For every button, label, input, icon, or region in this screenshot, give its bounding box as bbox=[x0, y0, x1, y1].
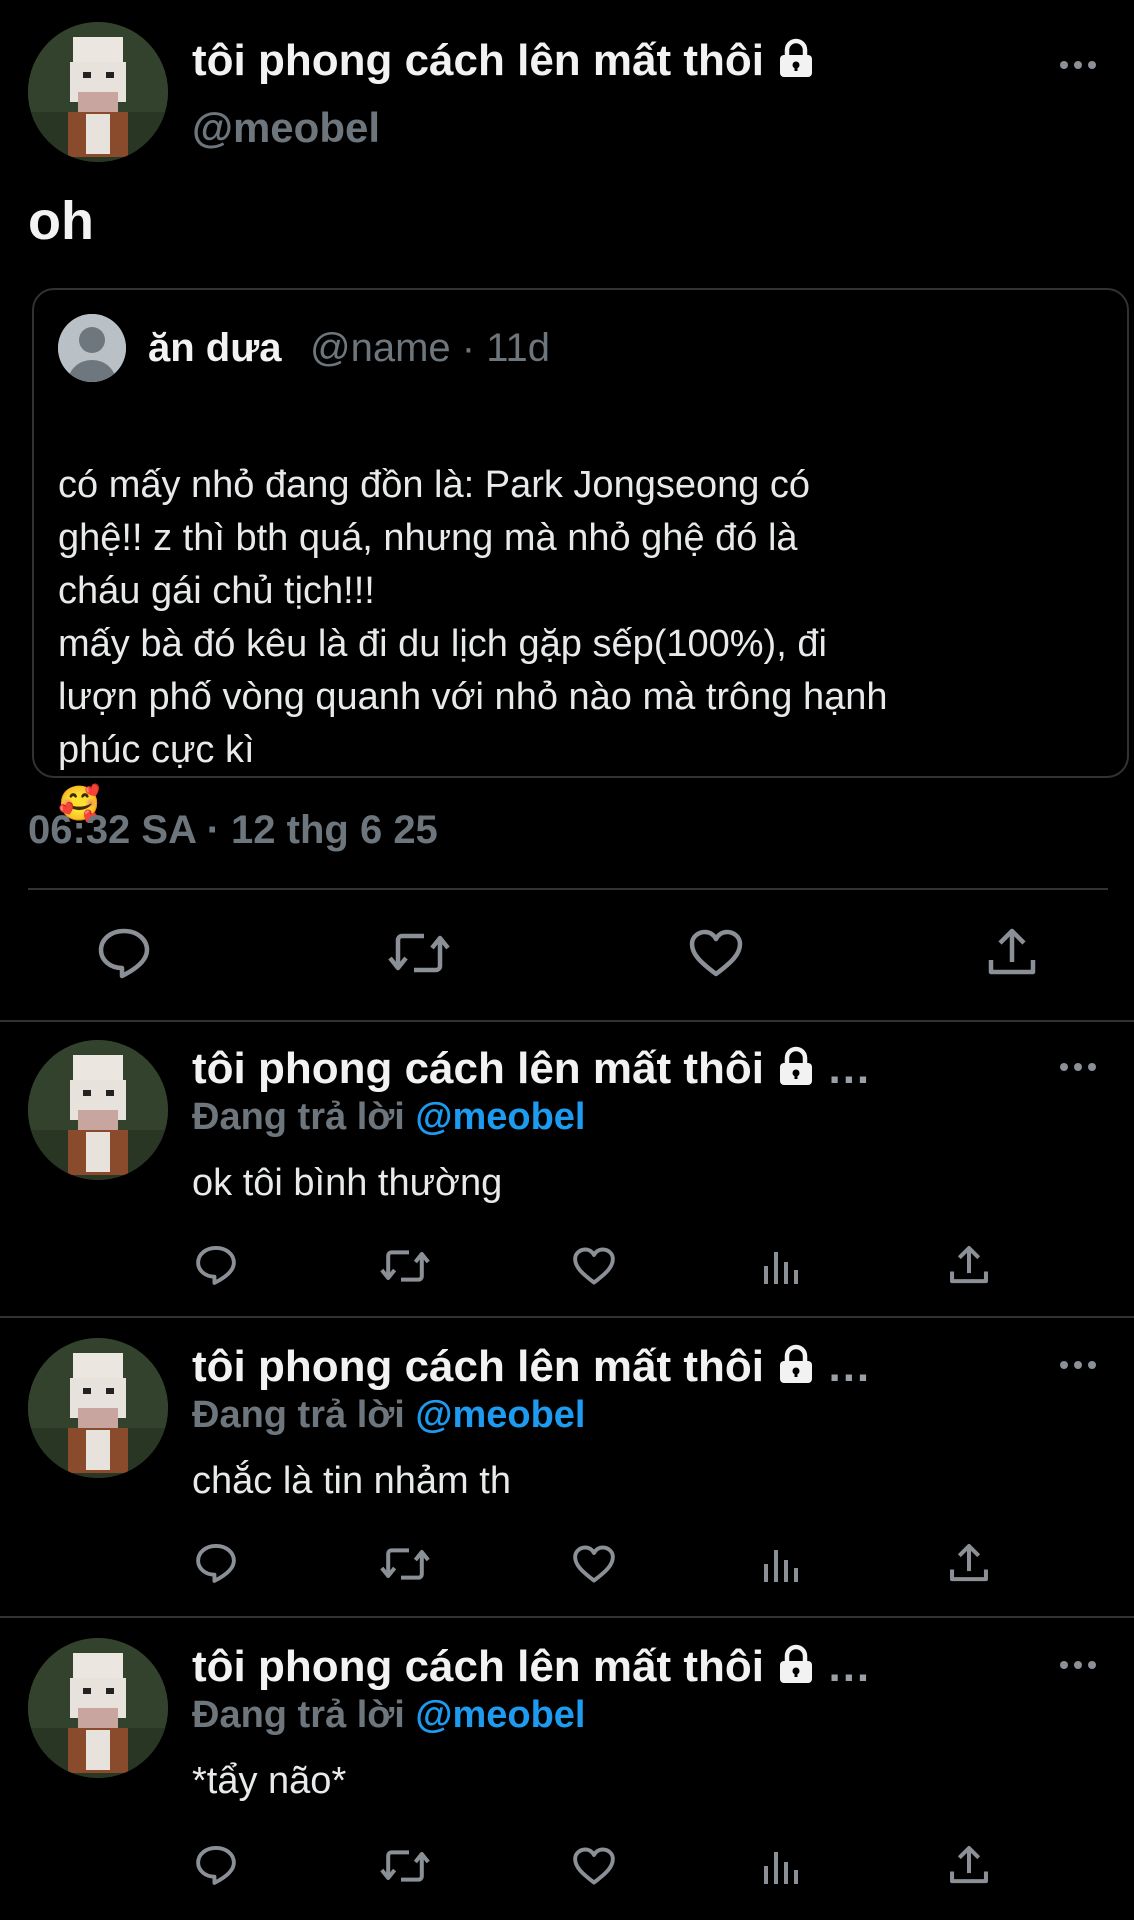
quoted-text-body: có mấy nhỏ đang đồn là: Park Jongseong c… bbox=[58, 464, 888, 771]
replying-to-label: Đang trả lời bbox=[192, 1394, 405, 1436]
reply-icon[interactable] bbox=[96, 926, 152, 980]
display-name-text: tôi phong cách lên mất thôi bbox=[192, 1642, 764, 1691]
timestamp: 06:32 SA · 12 thg 6 25 bbox=[28, 808, 438, 852]
replying-to: Đang trả lời @meobel bbox=[192, 1694, 585, 1737]
analytics-icon[interactable] bbox=[762, 1546, 802, 1584]
handle[interactable]: @meobel bbox=[192, 104, 380, 152]
analytics-icon[interactable] bbox=[762, 1248, 802, 1286]
more-icon[interactable] bbox=[1058, 1658, 1098, 1672]
reply-icon[interactable] bbox=[194, 1244, 238, 1286]
reply-icon[interactable] bbox=[194, 1542, 238, 1584]
display-name[interactable]: tôi phong cách lên mất thôi ... bbox=[192, 1044, 871, 1097]
avatar[interactable] bbox=[28, 22, 168, 162]
like-icon[interactable] bbox=[572, 1246, 616, 1286]
more-icon[interactable] bbox=[1058, 58, 1098, 72]
replying-to-handle[interactable]: @meobel bbox=[415, 1694, 585, 1736]
lock-icon bbox=[776, 1344, 816, 1395]
display-name-text: tôi phong cách lên mất thôi bbox=[192, 1342, 764, 1391]
replying-to-handle[interactable]: @meobel bbox=[415, 1394, 585, 1436]
like-icon[interactable] bbox=[572, 1846, 616, 1886]
replying-to: Đang trả lời @meobel bbox=[192, 1394, 585, 1437]
default-avatar-icon bbox=[58, 314, 126, 382]
replying-to: Đang trả lời @meobel bbox=[192, 1096, 585, 1139]
replying-to-label: Đang trả lời bbox=[192, 1694, 405, 1736]
retweet-icon[interactable] bbox=[380, 1846, 430, 1886]
avatar[interactable] bbox=[28, 1040, 168, 1180]
share-icon[interactable] bbox=[948, 1844, 990, 1886]
display-name[interactable]: tôi phong cách lên mất thôi bbox=[192, 36, 816, 89]
reply-tweet[interactable]: tôi phong cách lên mất thôi ... Đang trả… bbox=[0, 1618, 1134, 1920]
avatar[interactable] bbox=[28, 1338, 168, 1478]
truncation-ellipsis: ... bbox=[828, 1642, 872, 1691]
reply-text: *tẩy não* bbox=[192, 1760, 347, 1802]
display-name[interactable]: tôi phong cách lên mất thôi ... bbox=[192, 1642, 871, 1695]
quoted-text: có mấy nhỏ đang đồn là: Park Jongseong c… bbox=[58, 406, 1118, 831]
quoted-handle-time: @name · 11d bbox=[310, 326, 550, 370]
lock-icon bbox=[776, 38, 816, 89]
tweet-text: oh bbox=[28, 191, 94, 251]
more-icon[interactable] bbox=[1058, 1060, 1098, 1074]
truncation-ellipsis: ... bbox=[828, 1044, 872, 1093]
cow-avatar-image bbox=[28, 22, 168, 162]
retweet-icon[interactable] bbox=[380, 1246, 430, 1286]
analytics-icon[interactable] bbox=[762, 1848, 802, 1886]
reply-icon[interactable] bbox=[194, 1844, 238, 1886]
reply-text: ok tôi bình thường bbox=[192, 1162, 503, 1204]
like-icon[interactable] bbox=[572, 1544, 616, 1584]
quoted-tweet-card[interactable]: ăn dưa @name · 11d có mấy nhỏ đang đồn l… bbox=[32, 288, 1129, 823]
display-name-text: tôi phong cách lên mất thôi bbox=[192, 1044, 764, 1093]
share-icon[interactable] bbox=[986, 926, 1038, 978]
quoted-avatar bbox=[58, 314, 126, 382]
replying-to-label: Đang trả lời bbox=[192, 1096, 405, 1138]
reply-tweet[interactable]: tôi phong cách lên mất thôi ... Đang trả… bbox=[0, 1022, 1134, 1316]
replying-to-handle[interactable]: @meobel bbox=[415, 1096, 585, 1138]
truncation-ellipsis: ... bbox=[828, 1342, 872, 1391]
reply-text: chắc là tin nhảm th bbox=[192, 1460, 511, 1502]
display-name[interactable]: tôi phong cách lên mất thôi ... bbox=[192, 1342, 871, 1395]
retweet-icon[interactable] bbox=[388, 928, 450, 978]
lock-icon bbox=[776, 1644, 816, 1695]
quoted-display-name: ăn dưa bbox=[148, 326, 282, 370]
cow-avatar-image bbox=[28, 1040, 168, 1180]
divider bbox=[28, 888, 1108, 890]
share-icon[interactable] bbox=[948, 1542, 990, 1584]
more-icon[interactable] bbox=[1058, 1358, 1098, 1372]
cow-avatar-image bbox=[28, 1638, 168, 1778]
display-name-text: tôi phong cách lên mất thôi bbox=[192, 36, 764, 85]
avatar[interactable] bbox=[28, 1638, 168, 1778]
cow-avatar-image bbox=[28, 1338, 168, 1478]
share-icon[interactable] bbox=[948, 1244, 990, 1286]
lock-icon bbox=[776, 1046, 816, 1097]
reply-tweet[interactable]: tôi phong cách lên mất thôi ... Đang trả… bbox=[0, 1318, 1134, 1616]
like-icon[interactable] bbox=[688, 928, 744, 978]
retweet-icon[interactable] bbox=[380, 1544, 430, 1584]
